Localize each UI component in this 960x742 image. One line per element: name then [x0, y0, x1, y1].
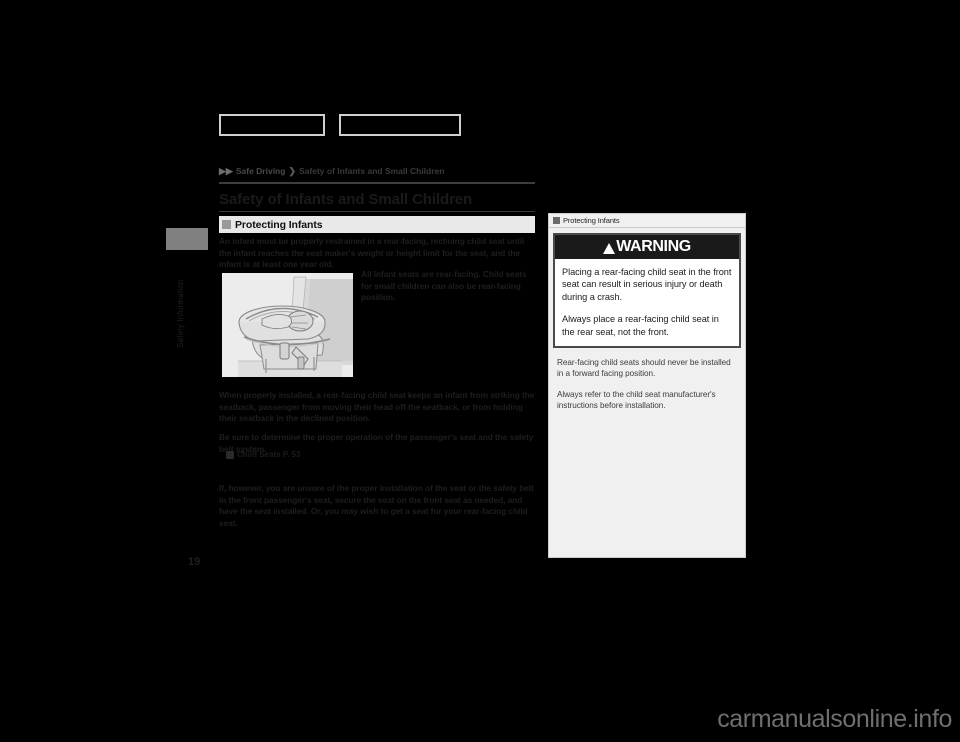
- breadcrumb-arrow-icon: ▶▶: [219, 165, 233, 176]
- redacted-bar-left: [219, 114, 325, 136]
- page-title: Safety of Infants and Small Children: [219, 191, 473, 208]
- sidebar-note-1: Rear-facing child seats should never be …: [557, 358, 731, 379]
- paragraph-last: If, however, you are unsure of the prope…: [219, 483, 534, 528]
- child-seat-illustration: [222, 273, 353, 377]
- breadcrumb-rule: [219, 182, 535, 184]
- page-reference-icon: [226, 450, 234, 459]
- breadcrumb-separator-icon: ❯: [288, 165, 296, 176]
- warning-paragraph-2: Always place a rear-facing child seat in…: [562, 314, 719, 337]
- paragraph-intro: An infant must be properly restrained in…: [219, 236, 525, 270]
- illustration-caption: All infant seats are rear-facing. Child …: [361, 269, 527, 303]
- title-rule: [219, 211, 535, 212]
- site-watermark: carmanualsonline.info: [717, 705, 952, 733]
- manual-page: Safety Information ▶▶ Safe Driving ❯ Saf…: [0, 0, 960, 742]
- breadcrumb-item-0[interactable]: Safe Driving: [236, 166, 286, 176]
- chapter-tab-label: Safety Information: [176, 279, 185, 348]
- sidebar-note-2: Always refer to the child seat manufactu…: [557, 390, 716, 411]
- warning-banner: WARNING: [555, 235, 739, 259]
- warning-paragraph-1: Placing a rear-facing child seat in the …: [562, 267, 732, 302]
- breadcrumb-item-1[interactable]: Safety of Infants and Small Children: [299, 166, 444, 176]
- sidebar-panel: Protecting Infants WARNING Placing a rea…: [548, 213, 746, 558]
- square-bullet-icon: [222, 220, 231, 229]
- square-bullet-icon: [553, 217, 560, 224]
- chapter-tab: [166, 228, 208, 250]
- warning-triangle-icon: [603, 242, 616, 254]
- sidebar-header-label: Protecting Infants: [563, 216, 620, 225]
- warning-box: WARNING Placing a rear-facing child seat…: [553, 233, 741, 349]
- sidebar-header: Protecting Infants: [549, 214, 745, 228]
- page-number: 19: [188, 556, 201, 568]
- paragraph-secure: When properly installed, a rear-facing c…: [219, 390, 535, 424]
- redacted-bar-right: [339, 114, 461, 136]
- section-header-label: Protecting Infants: [235, 218, 323, 231]
- page-reference-link[interactable]: Child Seats P. 53: [226, 450, 300, 459]
- section-header: Protecting Infants: [219, 216, 535, 233]
- breadcrumb: ▶▶ Safe Driving ❯ Safety of Infants and …: [219, 166, 444, 176]
- warning-title: WARNING: [616, 238, 691, 255]
- page-reference-label: Child Seats P. 53: [237, 450, 301, 459]
